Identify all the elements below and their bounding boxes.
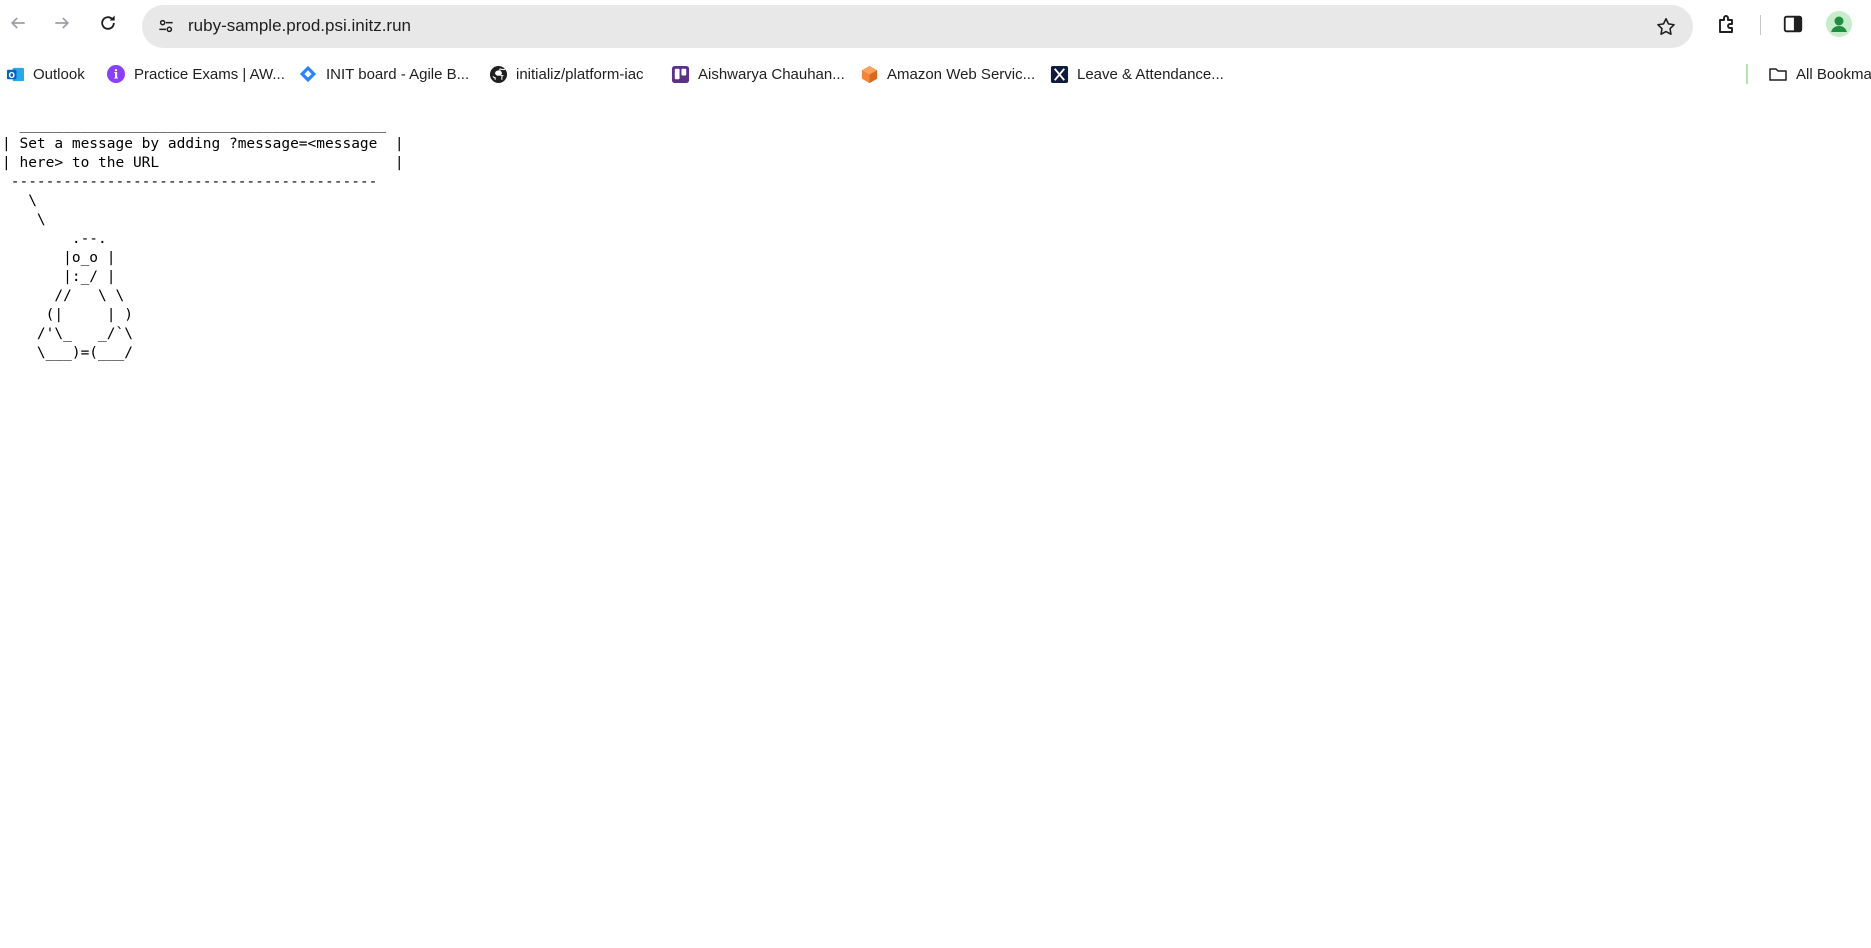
outlook-icon: O (5, 64, 25, 84)
bookmarks-separator (1746, 64, 1748, 84)
address-bar[interactable]: ruby-sample.prod.psi.initz.run (142, 5, 1693, 48)
reload-icon (101, 15, 115, 30)
bookmark-label: Amazon Web Servic... (887, 65, 1036, 83)
forward-button[interactable] (46, 7, 78, 39)
github-icon (488, 64, 508, 84)
extensions-button[interactable] (1712, 9, 1742, 39)
bookmark-label: Practice Exams | AW... (134, 65, 285, 83)
bookmark-label: initializ/platform-iac (516, 65, 644, 83)
practice-exams-icon: i (106, 64, 126, 84)
bookmark-star-button[interactable] (1653, 14, 1679, 40)
tune-icon (159, 19, 173, 33)
bookmark-label: Leave & Attendance... (1077, 65, 1224, 83)
star-icon (1657, 17, 1675, 36)
bookmark-init-board[interactable]: INIT board - Agile B... (298, 57, 469, 91)
svg-text:i: i (114, 68, 119, 82)
toolbar-separator (1760, 15, 1761, 35)
site-info-button[interactable] (152, 12, 180, 40)
bookmark-label: Aishwarya Chauhan... (698, 65, 845, 83)
aws-icon (859, 64, 879, 84)
bookmark-label: INIT board - Agile B... (326, 65, 470, 83)
bookmark-github[interactable]: initializ/platform-iac (488, 57, 644, 91)
side-panel-button[interactable] (1778, 9, 1808, 39)
folder-icon (1768, 64, 1788, 84)
all-bookmarks-button[interactable]: All Bookma (1768, 57, 1871, 91)
bookmark-outlook[interactable]: O Outlook (5, 57, 85, 91)
url-text[interactable]: ruby-sample.prod.psi.initz.run (188, 16, 411, 36)
back-button[interactable] (2, 7, 34, 39)
bookmark-aws[interactable]: Amazon Web Servic... (859, 57, 1035, 91)
browser-toolbar: ruby-sample.prod.psi.initz.run (0, 0, 1871, 48)
trello-icon (670, 64, 690, 84)
arrow-right-icon (55, 17, 70, 29)
bookmark-trello[interactable]: Aishwarya Chauhan... (670, 57, 845, 91)
jira-icon (298, 64, 318, 84)
cowsay-ascii-art: ________________________________________… (2, 117, 404, 361)
svg-text:O: O (8, 70, 15, 79)
side-panel-icon (1783, 15, 1803, 33)
profile-avatar-icon (1826, 11, 1852, 37)
profile-button[interactable] (1824, 9, 1854, 39)
bookmark-label: Outlook (33, 65, 85, 83)
x-logo-icon (1049, 64, 1069, 84)
reload-button[interactable] (92, 7, 124, 39)
bookmark-practice-exams[interactable]: i Practice Exams | AW... (106, 57, 285, 91)
arrow-left-icon (10, 17, 25, 29)
all-bookmarks-label: All Bookma (1796, 65, 1871, 83)
page-content: ________________________________________… (0, 96, 1871, 948)
bookmark-leave-attendance[interactable]: Leave & Attendance... (1049, 57, 1224, 91)
puzzle-icon (1719, 15, 1733, 33)
bookmarks-bar: O Outlook i Practice Exams | AW... INIT … (0, 57, 1871, 91)
